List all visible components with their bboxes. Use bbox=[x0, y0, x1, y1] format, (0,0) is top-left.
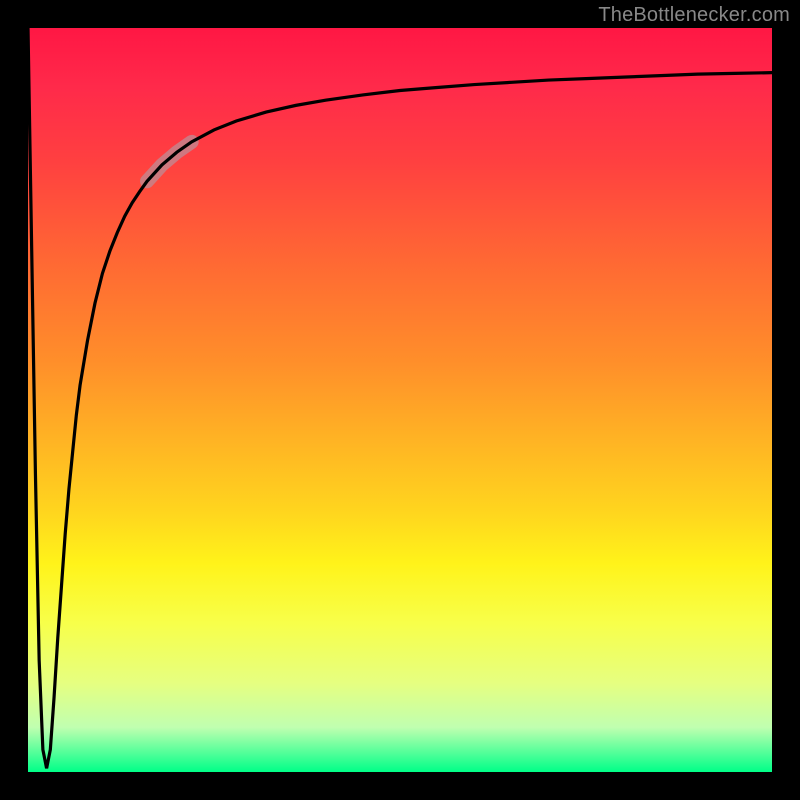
bottleneck-chart: TheBottlenecker.com bbox=[0, 0, 800, 800]
curve-layer bbox=[28, 28, 772, 772]
plot-area bbox=[28, 28, 772, 772]
bottleneck-curve bbox=[28, 28, 772, 768]
attribution-watermark: TheBottlenecker.com bbox=[598, 4, 790, 27]
